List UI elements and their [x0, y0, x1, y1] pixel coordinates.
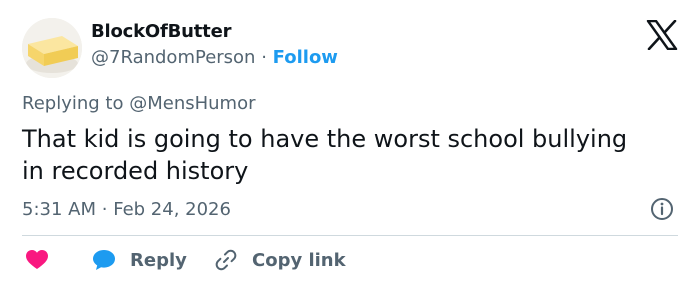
reply-bubble-icon	[93, 250, 115, 270]
x-logo-icon[interactable]	[646, 20, 678, 50]
tweet-time: 5:31 AM	[22, 199, 96, 220]
tweet-text-line: That kid is going to have the worst scho…	[22, 125, 628, 153]
handle-separator: ·	[261, 47, 267, 68]
author-display-name[interactable]: BlockOfButter	[91, 21, 231, 42]
author-handle[interactable]: @7RandomPerson	[91, 47, 255, 68]
follow-button[interactable]: Follow	[273, 47, 338, 68]
tweet-text-line: in recorded history	[22, 157, 249, 185]
tweet-text: That kid is going to have the worst scho…	[22, 123, 682, 187]
avatar[interactable]	[22, 18, 82, 78]
divider	[22, 235, 678, 236]
replying-to: Replying to @MensHumor	[22, 93, 256, 114]
heart-icon[interactable]	[26, 250, 48, 270]
author-handle-line: @7RandomPerson · Follow	[91, 47, 338, 68]
replying-to-mention[interactable]: @MensHumor	[129, 93, 255, 114]
timestamp[interactable]: 5:31 AM · Feb 24, 2026	[22, 199, 231, 220]
reply-label: Reply	[130, 249, 187, 271]
butter-avatar-icon	[22, 18, 82, 78]
replying-to-prefix: Replying to	[22, 93, 124, 114]
info-icon[interactable]	[650, 197, 674, 221]
link-icon	[215, 249, 237, 271]
timestamp-separator: ·	[101, 199, 108, 220]
reply-button[interactable]: Reply	[92, 246, 187, 274]
tweet-date: Feb 24, 2026	[113, 199, 231, 220]
copy-link-label: Copy link	[252, 249, 346, 271]
copy-link-button[interactable]: Copy link	[214, 246, 346, 274]
